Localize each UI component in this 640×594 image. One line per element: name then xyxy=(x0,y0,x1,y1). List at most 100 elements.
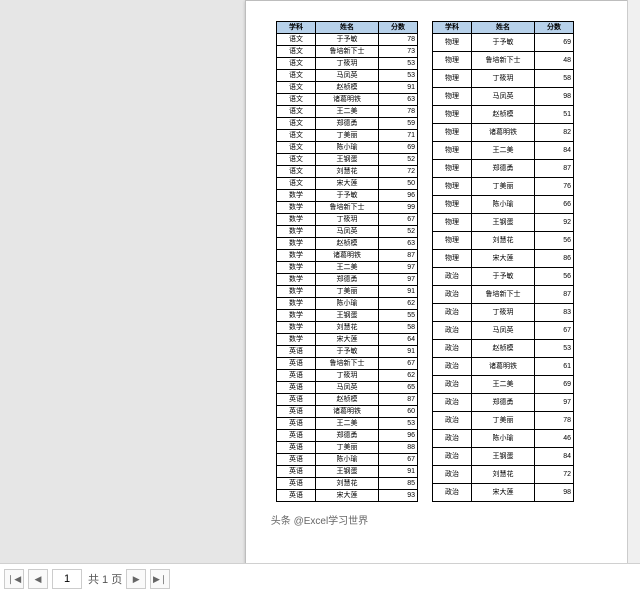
table-cell: 91 xyxy=(379,346,418,358)
table-cell: 66 xyxy=(535,196,574,214)
table-row: 数学丁美丽91 xyxy=(277,286,418,298)
table-cell: 数学 xyxy=(277,298,316,310)
table-cell: 96 xyxy=(379,430,418,442)
first-page-button[interactable]: ❘◀ xyxy=(4,569,24,589)
page-bar: ❘◀ ◀ 共 1 页 ▶ ▶❘ xyxy=(0,563,640,594)
table-cell: 69 xyxy=(535,34,574,52)
table-row: 数学王二美97 xyxy=(277,262,418,274)
table-cell: 58 xyxy=(379,322,418,334)
table-cell: 53 xyxy=(379,418,418,430)
table-cell: 诸葛明铁 xyxy=(316,250,379,262)
table-cell: 政治 xyxy=(433,448,472,466)
table-row: 英语刘慧花85 xyxy=(277,478,418,490)
table-cell: 赵桢模 xyxy=(472,106,535,124)
table-cell: 刘慧花 xyxy=(316,166,379,178)
table-row: 语文诸葛明铁63 xyxy=(277,94,418,106)
table-cell: 98 xyxy=(535,88,574,106)
table-cell: 王钢蛋 xyxy=(316,154,379,166)
table-cell: 鲁培新下士 xyxy=(316,202,379,214)
col-score: 分数 xyxy=(379,22,418,34)
table-row: 英语丁筱玥62 xyxy=(277,370,418,382)
table-cell: 丁美丽 xyxy=(472,412,535,430)
table-cell: 英语 xyxy=(277,418,316,430)
table-cell: 82 xyxy=(535,124,574,142)
table-row: 物理王钢蛋92 xyxy=(433,214,574,232)
table-row: 语文鲁培新下士73 xyxy=(277,46,418,58)
table-row: 政治丁美丽78 xyxy=(433,412,574,430)
table-cell: 物理 xyxy=(433,232,472,250)
table-row: 政治郑德勇97 xyxy=(433,394,574,412)
table-cell: 王钢蛋 xyxy=(316,310,379,322)
table-cell: 物理 xyxy=(433,88,472,106)
table-cell: 53 xyxy=(535,340,574,358)
table-row: 数学于予敏96 xyxy=(277,190,418,202)
vertical-scrollbar[interactable] xyxy=(627,0,640,564)
table-cell: 46 xyxy=(535,430,574,448)
table-row: 物理诸葛明铁82 xyxy=(433,124,574,142)
table-cell: 政治 xyxy=(433,484,472,502)
col-name: 姓名 xyxy=(316,22,379,34)
table-row: 政治诸葛明铁61 xyxy=(433,358,574,376)
table-cell: 92 xyxy=(535,214,574,232)
table-cell: 丁筱玥 xyxy=(316,370,379,382)
table-cell: 宋大莲 xyxy=(472,484,535,502)
table-cell: 英语 xyxy=(277,370,316,382)
col-score: 分数 xyxy=(535,22,574,34)
table-cell: 语文 xyxy=(277,106,316,118)
table-row: 数学王钢蛋55 xyxy=(277,310,418,322)
table-row: 数学鲁培新下士99 xyxy=(277,202,418,214)
table-cell: 58 xyxy=(535,70,574,88)
table-row: 语文宋大莲50 xyxy=(277,178,418,190)
table-cell: 98 xyxy=(535,484,574,502)
prev-page-button[interactable]: ◀ xyxy=(28,569,48,589)
table-cell: 78 xyxy=(379,106,418,118)
table-cell: 丁美丽 xyxy=(316,130,379,142)
page-number-input[interactable] xyxy=(52,569,82,589)
table-cell: 宋大莲 xyxy=(472,250,535,268)
table-cell: 物理 xyxy=(433,52,472,70)
table-cell: 于予敏 xyxy=(472,268,535,286)
next-page-button[interactable]: ▶ xyxy=(126,569,146,589)
table-cell: 72 xyxy=(535,466,574,484)
table-cell: 英语 xyxy=(277,478,316,490)
table-row: 政治赵桢模53 xyxy=(433,340,574,358)
table-row: 语文陈小瑜69 xyxy=(277,142,418,154)
table-cell: 64 xyxy=(379,334,418,346)
table-cell: 郑德勇 xyxy=(472,160,535,178)
table-cell: 郑德勇 xyxy=(316,274,379,286)
table-cell: 郑德勇 xyxy=(316,118,379,130)
table-cell: 语文 xyxy=(277,154,316,166)
table-row: 语文郑德勇59 xyxy=(277,118,418,130)
page-total-label: 共 1 页 xyxy=(88,571,122,587)
table-row: 物理赵桢模51 xyxy=(433,106,574,124)
last-page-button[interactable]: ▶❘ xyxy=(150,569,170,589)
table-cell: 62 xyxy=(379,298,418,310)
table-cell: 刘慧花 xyxy=(316,478,379,490)
table-row: 数学陈小瑜62 xyxy=(277,298,418,310)
table-cell: 数学 xyxy=(277,226,316,238)
table-cell: 王钢蛋 xyxy=(472,214,535,232)
table-cell: 物理 xyxy=(433,178,472,196)
table-cell: 王钢蛋 xyxy=(316,466,379,478)
table-cell: 数学 xyxy=(277,202,316,214)
table-cell: 数学 xyxy=(277,238,316,250)
table-cell: 英语 xyxy=(277,430,316,442)
table-cell: 英语 xyxy=(277,382,316,394)
table-cell: 55 xyxy=(379,310,418,322)
table-cell: 刘慧花 xyxy=(472,232,535,250)
table-cell: 语文 xyxy=(277,70,316,82)
table-cell: 84 xyxy=(535,142,574,160)
table-cell: 84 xyxy=(535,448,574,466)
table-cell: 赵桢模 xyxy=(316,238,379,250)
table-cell: 丁筱玥 xyxy=(316,58,379,70)
table-cell: 物理 xyxy=(433,196,472,214)
table-cell: 数学 xyxy=(277,274,316,286)
table-cell: 丁筱玥 xyxy=(472,304,535,322)
table-cell: 马凤英 xyxy=(472,322,535,340)
table-cell: 政治 xyxy=(433,340,472,358)
table-cell: 语文 xyxy=(277,118,316,130)
col-subject: 学科 xyxy=(277,22,316,34)
table-cell: 英语 xyxy=(277,454,316,466)
table-row: 语文丁美丽71 xyxy=(277,130,418,142)
col-subject: 学科 xyxy=(433,22,472,34)
